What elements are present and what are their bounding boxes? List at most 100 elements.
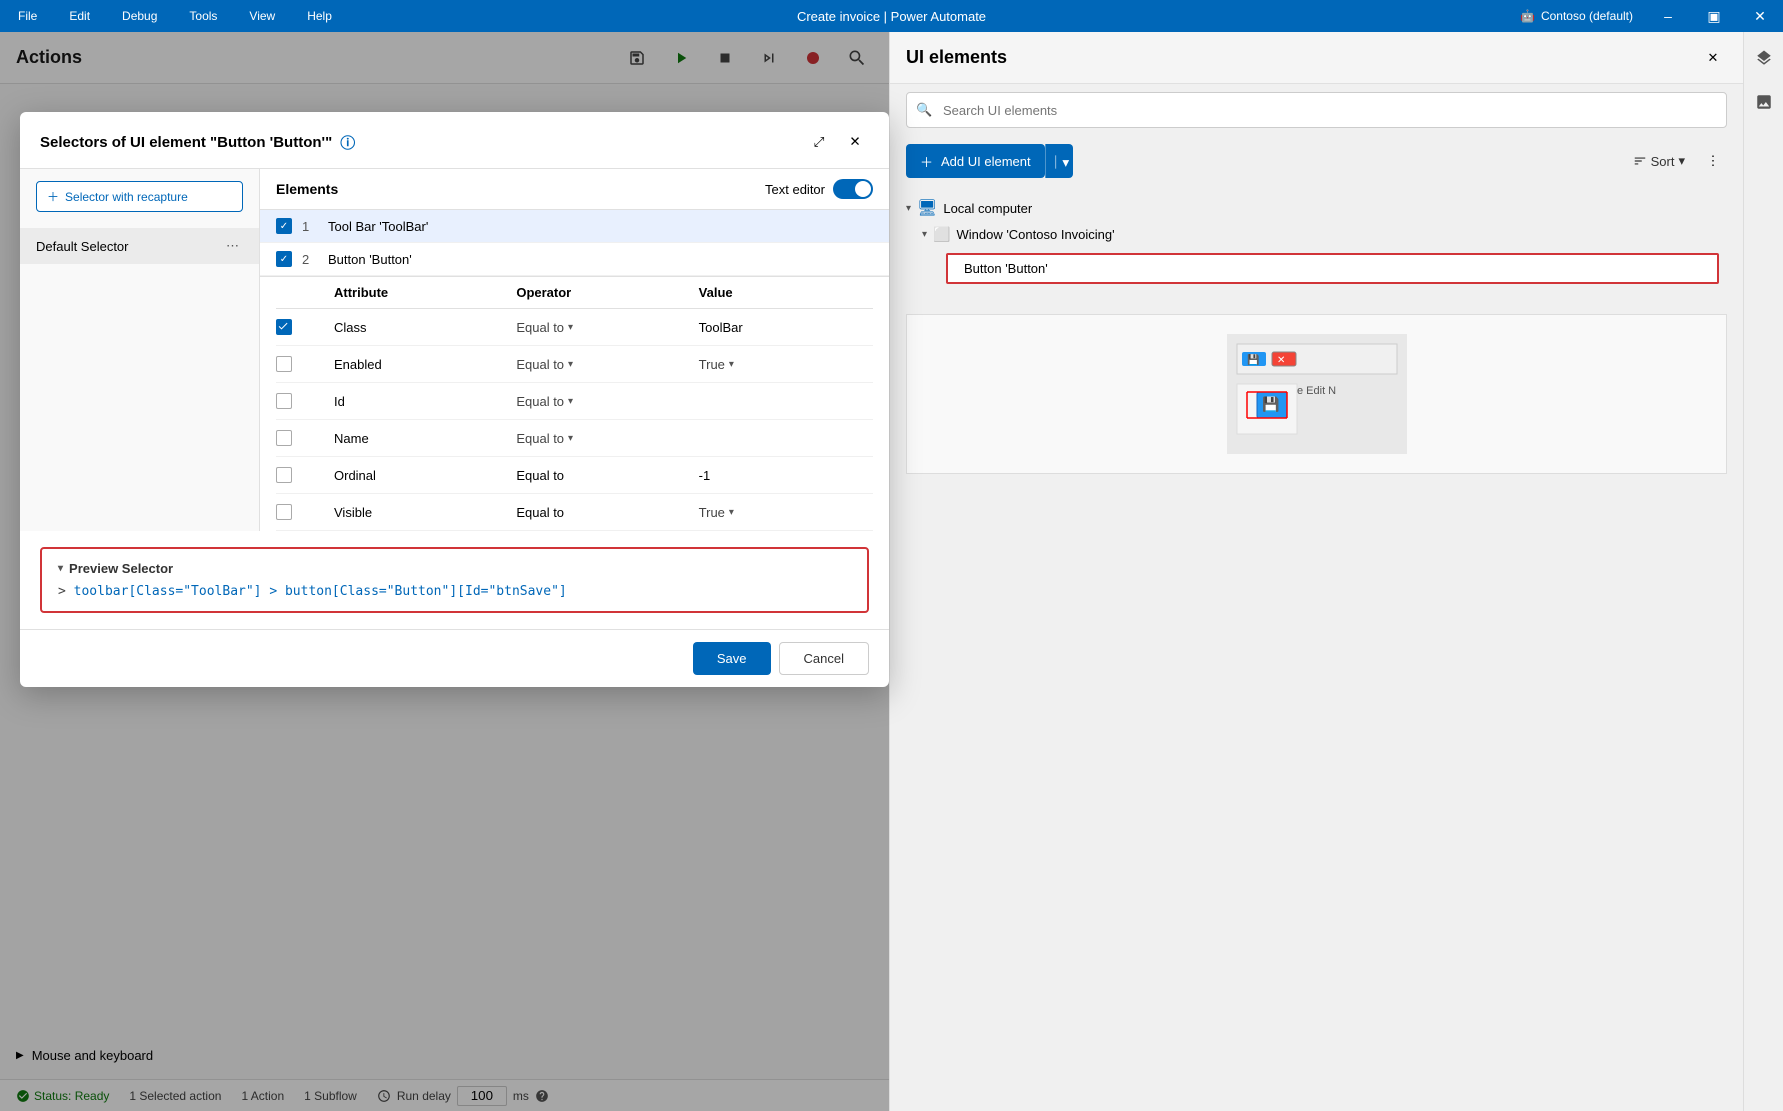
- selector-item-label: Default Selector: [36, 239, 129, 254]
- svg-text:💾: 💾: [1247, 353, 1259, 366]
- element-2-checkbox[interactable]: ✓: [276, 251, 292, 267]
- svg-text:💾: 💾: [1262, 396, 1279, 413]
- dropdown-arrow-icon: ｜▾: [1049, 152, 1069, 171]
- ui-tree: ▾ 🖥 Local computer ▾ ⬜ Window 'Contoso I…: [890, 186, 1743, 298]
- selector-more-button[interactable]: ⋯: [222, 236, 243, 256]
- svg-text:e Edit N: e Edit N: [1297, 385, 1336, 397]
- ui-search-input[interactable]: [906, 92, 1727, 128]
- maximize-button[interactable]: ▣: [1691, 0, 1737, 32]
- attr-enabled-value[interactable]: True ▾: [699, 357, 873, 372]
- attr-visible-checkbox[interactable]: [276, 504, 292, 520]
- button-label: Button 'Button': [964, 261, 1048, 276]
- local-computer-label: Local computer: [943, 201, 1032, 216]
- chevron-down-icon: ▾: [906, 203, 911, 214]
- attr-row-ordinal: Ordinal Equal to -1: [276, 457, 873, 494]
- svg-text:✕: ✕: [1277, 355, 1285, 366]
- default-selector-item[interactable]: Default Selector ⋯: [20, 228, 259, 264]
- modal-header: Selectors of UI element "Button 'Button'…: [20, 112, 889, 169]
- preview-chevron-icon: ▾: [58, 563, 63, 574]
- element-1-number: 1: [302, 219, 318, 234]
- selectors-modal: Selectors of UI element "Button 'Button'…: [20, 112, 889, 687]
- element-1-checkbox[interactable]: ✓: [276, 218, 292, 234]
- layers-icon[interactable]: [1746, 40, 1782, 76]
- expand-modal-button[interactable]: ⤢: [805, 128, 833, 156]
- menu-view[interactable]: View: [243, 5, 281, 27]
- chevron-down-icon: ▾: [729, 507, 734, 518]
- menu-help[interactable]: Help: [301, 5, 338, 27]
- chevron-down-icon: ▾: [568, 396, 573, 407]
- image-icon[interactable]: [1746, 84, 1782, 120]
- menu-tools[interactable]: Tools: [183, 5, 223, 27]
- right-sidebar: [1743, 32, 1783, 1111]
- add-button-group: ＋ Add UI element ｜▾: [906, 144, 1073, 178]
- menu-file[interactable]: File: [12, 5, 43, 27]
- close-modal-button[interactable]: ✕: [841, 128, 869, 156]
- account-label[interactable]: 🤖 Contoso (default): [1520, 9, 1633, 23]
- app-title: Create invoice | Power Automate: [797, 9, 986, 24]
- add-ui-element-dropdown-button[interactable]: ｜▾: [1045, 144, 1073, 178]
- modal-main-header: Elements Text editor: [260, 169, 889, 210]
- add-ui-button-label: Add UI element: [941, 154, 1031, 169]
- preview-title: Preview Selector: [69, 561, 173, 576]
- window-controls: ‒ ▣ ✕: [1645, 0, 1783, 32]
- preview-code: > toolbar[Class="ToolBar"] > button[Clas…: [58, 584, 851, 599]
- col-operator-header: Operator: [516, 285, 690, 300]
- plus-icon: ＋: [47, 188, 59, 205]
- menu-edit[interactable]: Edit: [63, 5, 96, 27]
- main-layout: Actions: [0, 32, 1783, 1111]
- attr-ordinal-operator: Equal to: [516, 468, 690, 483]
- preview-selector-text: toolbar[Class="ToolBar"] > button[Class=…: [74, 584, 567, 599]
- attr-class-checkbox[interactable]: [276, 319, 292, 335]
- attr-ordinal-value: -1: [699, 468, 873, 483]
- ui-search-wrapper: 🔍: [906, 92, 1727, 128]
- titlebar: File Edit Debug Tools View Help Create i…: [0, 0, 1783, 32]
- attr-name-operator[interactable]: Equal to ▾: [516, 431, 690, 446]
- attr-visible-value[interactable]: True ▾: [699, 505, 873, 520]
- tree-local-computer[interactable]: ▾ 🖥 Local computer: [890, 194, 1743, 222]
- text-editor-label: Text editor: [765, 182, 825, 197]
- modal-body: ＋ Selector with recapture Default Select…: [20, 169, 889, 531]
- attr-class-operator[interactable]: Equal to ▾: [516, 320, 690, 335]
- more-options-button[interactable]: ⋮: [1699, 147, 1727, 175]
- cancel-button[interactable]: Cancel: [779, 642, 869, 675]
- attr-enabled-checkbox[interactable]: [276, 356, 292, 372]
- titlebar-menu: File Edit Debug Tools View Help: [12, 5, 338, 27]
- ui-elements-panel: UI elements ✕ 🔍 ＋ Add UI element ｜▾: [890, 32, 1743, 1111]
- element-1-label: Tool Bar 'ToolBar': [328, 219, 428, 234]
- app-preview: 💾 ✕ e Edit N 💾: [906, 314, 1727, 474]
- app-preview-image: 💾 ✕ e Edit N 💾: [1227, 334, 1407, 454]
- chevron-down-icon: ▾: [729, 359, 734, 370]
- save-button[interactable]: Save: [693, 642, 771, 675]
- tree-window[interactable]: ▾ ⬜ Window 'Contoso Invoicing': [890, 222, 1743, 247]
- ui-elements-title: UI elements: [906, 47, 1007, 68]
- attr-name-checkbox[interactable]: [276, 430, 292, 446]
- info-icon[interactable]: ⓘ: [340, 132, 355, 153]
- selector-list: Default Selector ⋯: [20, 224, 259, 268]
- attr-id-operator[interactable]: Equal to ▾: [516, 394, 690, 409]
- actions-panel: Actions: [0, 32, 890, 1111]
- attr-ordinal-checkbox[interactable]: [276, 467, 292, 483]
- element-2-number: 2: [302, 252, 318, 267]
- modal-sidebar: ＋ Selector with recapture Default Select…: [20, 169, 260, 531]
- minimize-button[interactable]: ‒: [1645, 0, 1691, 32]
- text-editor-toggle: Text editor: [765, 179, 873, 199]
- attr-enabled-operator[interactable]: Equal to ▾: [516, 357, 690, 372]
- attr-id-checkbox[interactable]: [276, 393, 292, 409]
- modal-footer: Save Cancel: [20, 629, 889, 687]
- chevron-down-icon: ▾: [568, 433, 573, 444]
- sort-button[interactable]: Sort ▾: [1623, 147, 1695, 175]
- close-button[interactable]: ✕: [1737, 0, 1783, 32]
- add-ui-element-button[interactable]: ＋ Add UI element: [906, 144, 1045, 178]
- element-row-1[interactable]: ✓ 1 Tool Bar 'ToolBar': [260, 210, 889, 243]
- tree-button-highlighted[interactable]: Button 'Button': [890, 247, 1743, 290]
- element-row-2[interactable]: ✓ 2 Button 'Button': [260, 243, 889, 276]
- add-icon: ＋: [920, 152, 933, 171]
- text-editor-switch[interactable]: [833, 179, 873, 199]
- elements-list: ✓ 1 Tool Bar 'ToolBar' ✓ 2 Button 'Bu: [260, 210, 889, 277]
- ui-elements-close-button[interactable]: ✕: [1699, 44, 1727, 72]
- add-selector-button[interactable]: ＋ Selector with recapture: [36, 181, 243, 212]
- modal-title: Selectors of UI element "Button 'Button'…: [40, 132, 355, 153]
- attr-row-enabled: Enabled Equal to ▾ True ▾: [276, 346, 873, 383]
- attr-row-class: Class Equal to ▾ ToolBar: [276, 309, 873, 346]
- menu-debug[interactable]: Debug: [116, 5, 163, 27]
